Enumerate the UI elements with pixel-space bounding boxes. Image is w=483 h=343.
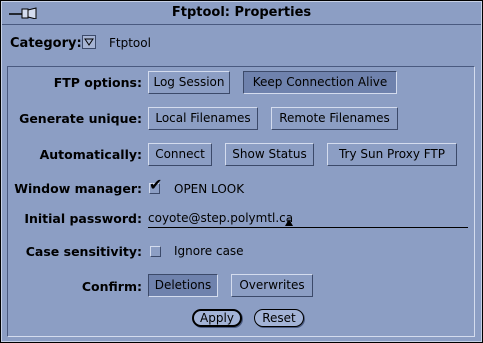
ignore-case-option: Ignore case bbox=[174, 244, 244, 258]
keep-connection-alive-button[interactable]: Keep Connection Alive bbox=[243, 71, 397, 94]
local-filenames-button[interactable]: Local Filenames bbox=[148, 107, 258, 130]
log-session-button[interactable]: Log Session bbox=[148, 71, 230, 94]
ftp-options-label: FTP options: bbox=[53, 75, 142, 90]
show-status-button[interactable]: Show Status bbox=[225, 143, 314, 166]
try-sun-proxy-ftp-button[interactable]: Try Sun Proxy FTP bbox=[327, 143, 457, 166]
deletions-button[interactable]: Deletions bbox=[148, 274, 218, 297]
apply-button[interactable]: Apply bbox=[192, 309, 242, 327]
overwrites-button[interactable]: Overwrites bbox=[231, 274, 313, 297]
category-value: Ftptool bbox=[109, 36, 151, 50]
window-title: Ftptool: Properties bbox=[171, 5, 312, 20]
open-look-option: OPEN LOOK bbox=[174, 182, 245, 196]
category-label: Category: bbox=[10, 36, 82, 51]
properties-window: Ftptool: Properties Category: Ftptool FT… bbox=[1, 1, 482, 342]
ignore-case-checkbox[interactable] bbox=[150, 246, 161, 257]
connect-button[interactable]: Connect bbox=[148, 143, 212, 166]
category-menu-button[interactable] bbox=[82, 35, 96, 49]
menu-arrow-icon bbox=[84, 38, 94, 46]
initial-password-input[interactable]: coyote@step.polymtl.ca bbox=[148, 211, 293, 225]
generate-unique-label: Generate unique: bbox=[19, 111, 142, 126]
case-sensitivity-label: Case sensitivity: bbox=[25, 244, 142, 259]
window-manager-label: Window manager: bbox=[14, 181, 142, 196]
password-field-underline bbox=[148, 227, 468, 228]
title-bar[interactable]: Ftptool: Properties bbox=[2, 2, 481, 25]
confirm-label: Confirm: bbox=[81, 279, 142, 294]
settings-panel: FTP options: Log Session Keep Connection… bbox=[7, 66, 475, 337]
initial-password-label: Initial password: bbox=[24, 211, 142, 226]
reset-button[interactable]: Reset bbox=[254, 309, 304, 327]
automatically-label: Automatically: bbox=[39, 147, 142, 162]
remote-filenames-button[interactable]: Remote Filenames bbox=[271, 107, 398, 130]
checkmark-icon: ✔ bbox=[149, 175, 163, 194]
text-caret-icon bbox=[285, 219, 293, 226]
